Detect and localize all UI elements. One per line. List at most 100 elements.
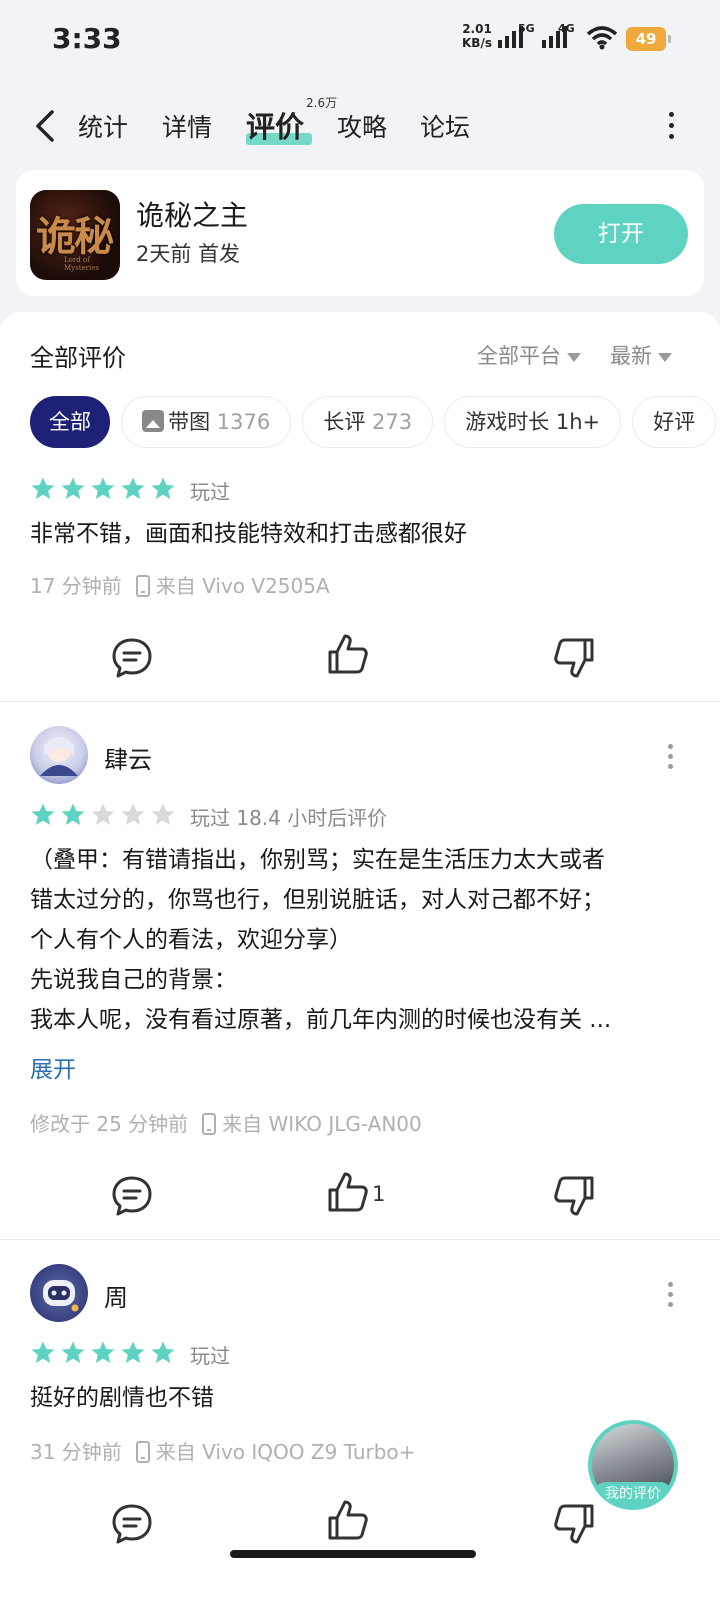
divider xyxy=(0,1239,720,1240)
network-speed-unit: KB/s xyxy=(462,36,492,50)
review-options-icon[interactable] xyxy=(666,744,674,772)
open-game-button[interactable]: 打开 xyxy=(554,204,688,264)
review-text: 非常不错，画面和技能特效和打击感都很好 xyxy=(30,521,467,547)
star-filled-icon xyxy=(31,477,55,499)
chip-long-reviews[interactable]: 长评 273 xyxy=(302,396,434,448)
thumbs-up-icon[interactable] xyxy=(326,632,370,676)
network-speed: 2.01 KB/s xyxy=(462,22,492,50)
comment-icon[interactable] xyxy=(110,1502,154,1546)
play-status: 玩过 xyxy=(190,1344,230,1368)
thumbs-up-icon[interactable] xyxy=(326,1498,370,1542)
chip-label: 全部 xyxy=(49,410,91,434)
phone-icon xyxy=(135,575,150,597)
top-tab-bar: 统计 详情 评价 2.6万 攻略 论坛 xyxy=(0,86,720,158)
chip-label: 带图 xyxy=(168,410,211,434)
review-line: 先说我自己的背景： xyxy=(30,967,237,993)
game-logo-text: 诡秘 xyxy=(36,213,114,260)
star-filled-icon xyxy=(151,477,175,499)
star-filled-icon xyxy=(31,1341,55,1363)
avatar[interactable] xyxy=(30,726,88,784)
phone-icon xyxy=(135,1441,150,1463)
review-text: 挺好的剧情也不错 xyxy=(30,1385,214,1411)
my-review-label: 我的评价 xyxy=(594,1482,672,1506)
tab-reviews[interactable]: 评价 xyxy=(246,104,304,146)
review-line: （叠甲：有错请指出，你别骂；实在是生活压力太大或者 xyxy=(30,847,605,873)
chip-label: 好评 xyxy=(653,410,696,434)
comment-icon[interactable] xyxy=(110,1174,154,1218)
back-arrow-icon[interactable] xyxy=(30,106,62,146)
thumbs-down-icon[interactable] xyxy=(552,1174,596,1218)
platform-filter-label: 全部平台 xyxy=(477,344,561,368)
star-filled-icon xyxy=(151,1341,175,1363)
comment-icon[interactable] xyxy=(110,636,154,680)
review-line: 错太过分的，你骂也行，但别说脏话，对人对己都不好； xyxy=(30,887,605,913)
reviews-panel: 全部评价 全部平台 最新 全部 带图 1376 长评 273 游戏时长 1h+ … xyxy=(0,312,720,1600)
chevron-down-icon xyxy=(567,352,581,362)
review-meta: 修改于 25 分钟前 来自 WIKO JLG-AN00 xyxy=(30,1108,422,1137)
game-logo-subtext: Lord of Mysteries xyxy=(64,256,99,272)
review-time: 修改于 25 分钟前 xyxy=(30,1112,189,1136)
tab-details[interactable]: 详情 xyxy=(162,108,212,144)
review-text: （叠甲：有错请指出，你别骂；实在是生活压力太大或者 错太过分的，你骂也行，但别说… xyxy=(30,840,690,1040)
tab-guides[interactable]: 攻略 xyxy=(337,108,387,144)
thumbs-down-icon[interactable] xyxy=(552,636,596,680)
thumbs-down-icon[interactable] xyxy=(552,1502,596,1546)
chip-all[interactable]: 全部 xyxy=(30,396,110,448)
chip-positive[interactable]: 好评 xyxy=(632,396,717,448)
username[interactable]: 肆云 xyxy=(104,740,152,775)
star-rating xyxy=(30,802,180,828)
signal-4g-icon xyxy=(542,26,567,48)
review-options-icon[interactable] xyxy=(666,1282,674,1310)
play-status: 玩过 xyxy=(190,480,230,504)
username[interactable]: 周 xyxy=(104,1278,128,1313)
sort-label: 最新 xyxy=(610,344,652,368)
like-count: 1 xyxy=(372,1182,386,1206)
star-empty-icon xyxy=(91,803,115,825)
star-filled-icon xyxy=(61,803,85,825)
star-empty-icon xyxy=(121,803,145,825)
chip-label: 长评 xyxy=(323,410,366,434)
more-options-icon[interactable] xyxy=(666,112,676,142)
game-release-info: 2天前 首发 xyxy=(136,242,241,266)
avatar[interactable] xyxy=(30,1264,88,1322)
chip-with-images[interactable]: 带图 1376 xyxy=(121,396,292,448)
star-filled-icon xyxy=(91,477,115,499)
tab-forum[interactable]: 论坛 xyxy=(420,108,470,144)
status-bar: 3:33 2.01 KB/s 5G 4G 49 xyxy=(0,0,720,80)
chip-count: 1376 xyxy=(216,410,271,434)
review-time: 31 分钟前 xyxy=(30,1440,122,1464)
chip-label: 游戏时长 1h+ xyxy=(465,410,601,434)
game-title: 诡秘之主 xyxy=(136,199,249,232)
chip-playtime[interactable]: 游戏时长 1h+ xyxy=(444,396,622,448)
star-filled-icon xyxy=(121,1341,145,1363)
review-meta: 17 分钟前 来自 Vivo V2505A xyxy=(30,570,330,599)
thumbs-up-icon[interactable] xyxy=(326,1170,370,1214)
star-filled-icon xyxy=(31,803,55,825)
chip-count: 273 xyxy=(372,410,413,434)
phone-icon xyxy=(202,1113,217,1135)
review-device: 来自 WIKO JLG-AN00 xyxy=(222,1112,422,1136)
status-time: 3:33 xyxy=(52,22,122,55)
star-filled-icon xyxy=(121,477,145,499)
image-icon xyxy=(142,410,165,432)
sort-dropdown[interactable]: 最新 xyxy=(610,340,672,370)
expand-link[interactable]: 展开 xyxy=(30,1050,76,1084)
review-meta: 31 分钟前 来自 Vivo IQOO Z9 Turbo+ xyxy=(30,1436,415,1465)
battery-icon: 49 xyxy=(626,27,671,51)
star-filled-icon xyxy=(91,1341,115,1363)
reviews-title: 全部评价 xyxy=(30,344,126,372)
platform-filter-dropdown[interactable]: 全部平台 xyxy=(477,340,581,370)
game-card[interactable]: 诡秘 Lord of Mysteries 诡秘之主 2天前 首发 打开 xyxy=(16,170,704,296)
review-line: 我本人呢，没有看过原著，前几年内测的时候也没有关 ... xyxy=(30,1007,612,1033)
review-time: 17 分钟前 xyxy=(30,574,122,598)
review-device: 来自 Vivo IQOO Z9 Turbo+ xyxy=(155,1440,416,1464)
star-filled-icon xyxy=(61,1341,85,1363)
star-empty-icon xyxy=(151,803,175,825)
chevron-down-icon xyxy=(658,352,672,362)
home-indicator[interactable] xyxy=(230,1550,476,1558)
tab-stats[interactable]: 统计 xyxy=(78,108,128,144)
my-review-button[interactable]: 我的评价 xyxy=(588,1420,678,1510)
wifi-icon xyxy=(586,26,618,50)
network-speed-value: 2.01 xyxy=(462,22,492,36)
divider xyxy=(0,701,720,702)
